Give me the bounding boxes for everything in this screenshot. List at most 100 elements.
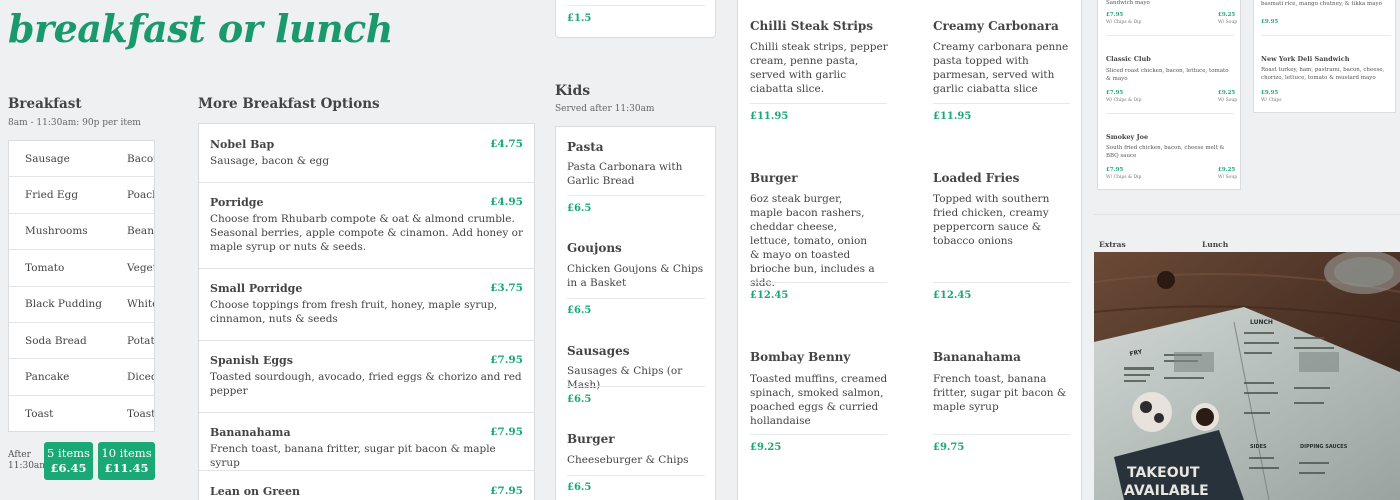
kids-menu-card: Pasta Pasta Carbonara with Garlic Bread … [555,126,716,500]
menu-item-name: Bombay Benny [750,350,851,364]
menu-item-description: 6oz steak burger, maple bacon rashers, c… [750,193,875,289]
breakfast-item: Mushrooms [25,225,88,238]
breakfast-items-grid: Sausage Bacon Fried Egg Poached Mushrooms B… [8,140,155,432]
menu-item-name: Porridge [210,196,264,209]
list-item[interactable]: Spanish Eggs £7.95 Toasted sourdough, av… [199,341,534,413]
breakfast-item: Poached [127,189,154,202]
menu-item-description: Toasted sourdough, avocado, fried eggs &… [210,371,522,397]
breakfast-item: Beans [127,225,154,238]
breakfast-item: Toasted [127,407,155,420]
deal-price: £11.45 [104,461,149,475]
menu-item-price: £12.45 [750,290,789,301]
divider [750,434,887,435]
menu-item-description: Topped with southern fried chicken, crea… [933,193,1050,247]
divider [1106,35,1234,36]
breakfast-item: Sausage [25,152,70,165]
menu-item-name: Bananahama [933,350,1021,364]
menu-item-description: Chicken Goujons & Chips in a Basket [567,263,704,289]
divider [1261,35,1391,36]
kids-heading: Kids [555,83,591,99]
list-item[interactable]: Small Porridge £3.75 Choose toppings fro… [199,269,534,341]
menu-photo: FRY LUNCH SIDES DIPPING SAUCES TAKEOUT A… [1094,252,1400,500]
menu-item-description: Sandwich mayo [1106,0,1150,6]
menu-item-note: W/ Chips [1261,98,1282,103]
lunch-menu-card: Chilli Steak Strips Chilli steak strips,… [737,0,1082,500]
menu-item-name: Nobel Bap [210,138,275,151]
breakfast-item: White [127,298,154,311]
five-items-deal-button[interactable]: 5 items £6.45 [44,442,93,480]
menu-item-name: Burger [750,171,798,185]
list-item[interactable]: Porridge £4.95 Choose from Rhubarb compo… [199,183,534,269]
menu-item-name: Goujons [567,241,622,255]
deal-label: 10 items [101,446,152,460]
list-item[interactable]: Lean on Green £7.95 [199,471,534,500]
table-row[interactable]: Black Pudding White [9,287,154,323]
divider [933,434,1070,435]
menu-item-name: Smokey Joe [1106,133,1149,141]
sandwich-menu-card-right: basmati rice, mango chutney, & tikka may… [1253,0,1396,113]
divider [567,5,705,6]
table-row[interactable]: Sausage Bacon [9,141,154,178]
sandwich-menu-card-left: Sandwich mayo £7.95 W/ Chips & Dip £9.25… [1097,0,1241,190]
menu-item-description: Choose from Rhubarb compote & oat & almo… [210,213,523,253]
divider [750,103,887,104]
menu-photo-illustration: FRY LUNCH SIDES DIPPING SAUCES TAKEOUT A… [1094,252,1400,500]
table-row[interactable]: Toast Toasted [9,396,155,431]
table-row[interactable]: Fried Egg Poached [9,177,154,214]
menu-item-note: W/ Soup [1218,20,1238,25]
breakfast-item: Toast [25,407,54,420]
menu-item-description: Sausage, bacon & egg [210,155,330,167]
more-breakfast-card: Nobel Bap £4.75 Sausage, bacon & egg Por… [198,123,535,500]
after-time-label: After 11:30am [8,450,48,471]
menu-item-description: Cheeseburger & Chips [567,454,689,466]
menu-item-price: £7.95 [490,485,523,497]
divider [567,195,705,196]
menu-item-note: W/ Chips & Dip [1106,20,1142,25]
menu-item-description: Toasted muffins, creamed spinach, smoked… [750,373,888,427]
table-row[interactable]: Soda Bread Potato [9,323,154,360]
menu-item-price: £3.75 [490,282,523,294]
menu-item-name: Burger [567,432,615,446]
extras-label: Extras [1099,240,1126,249]
menu-item-name: New York Deli Sandwich [1261,55,1350,63]
photo-menu-heading-right: LUNCH [1250,319,1273,326]
table-row[interactable]: Tomato Vegetarian [9,250,154,287]
list-item[interactable]: Bananahama £7.95 French toast, banana fr… [199,413,534,471]
breakfast-item: Soda Bread [25,334,87,347]
menu-item-price: £9.95 [1261,19,1279,25]
menu-item-price: £7.95 [1106,167,1124,173]
table-row[interactable]: Pancake Diced [9,359,154,396]
menu-item-description: Creamy carbonara penne pasta topped with… [933,41,1069,95]
menu-item-price: £9.25 [1218,167,1236,173]
photo-menu-dipping: DIPPING SAUCES [1300,444,1348,450]
menu-item-description: South fried chicken, bacon, cheese melt … [1106,145,1225,159]
breakfast-item: Black Pudding [25,298,103,311]
menu-item-price: £6.5 [567,305,592,316]
menu-item-price: £12.45 [933,290,972,301]
hero-title: breakfast or lunch [8,6,393,51]
menu-item-name: Classic Club [1106,55,1151,63]
breakfast-item: Tomato [25,261,65,274]
lunch-label: Lunch [1202,240,1229,249]
menu-item-description: Chilli steak strips, pepper cream, penne… [750,41,888,95]
menu-item-price: £4.95 [490,196,523,208]
menu-item-description: Pasta Carbonara with Garlic Bread [567,161,683,187]
menu-item-price: £7.95 [490,426,523,438]
menu-item-price: £1.5 [567,13,592,24]
menu-item-price: £6.5 [567,394,592,405]
menu-item-description: French toast, banana fritter, sugar pit … [210,443,496,469]
ten-items-deal-button[interactable]: 10 items £11.45 [98,442,155,480]
list-item[interactable]: Nobel Bap £4.75 Sausage, bacon & egg [199,124,534,183]
menu-item-name: Small Porridge [210,282,303,295]
menu-item-price: £9.25 [750,442,782,453]
menu-item-description: basmati rice, mango chutney, & tikka may… [1261,1,1382,7]
table-row[interactable]: Mushrooms Beans [9,214,154,251]
divider [933,103,1070,104]
previous-item-card: £1.5 [555,0,716,38]
menu-item-price: £9.25 [1218,12,1236,18]
menu-item-name: Loaded Fries [933,171,1020,185]
menu-item-price: £7.95 [1106,12,1124,18]
more-breakfast-heading: More Breakfast Options [198,96,380,112]
menu-item-description: Sliced roast chicken, bacon, lettuce, to… [1106,68,1229,82]
divider [567,386,705,387]
